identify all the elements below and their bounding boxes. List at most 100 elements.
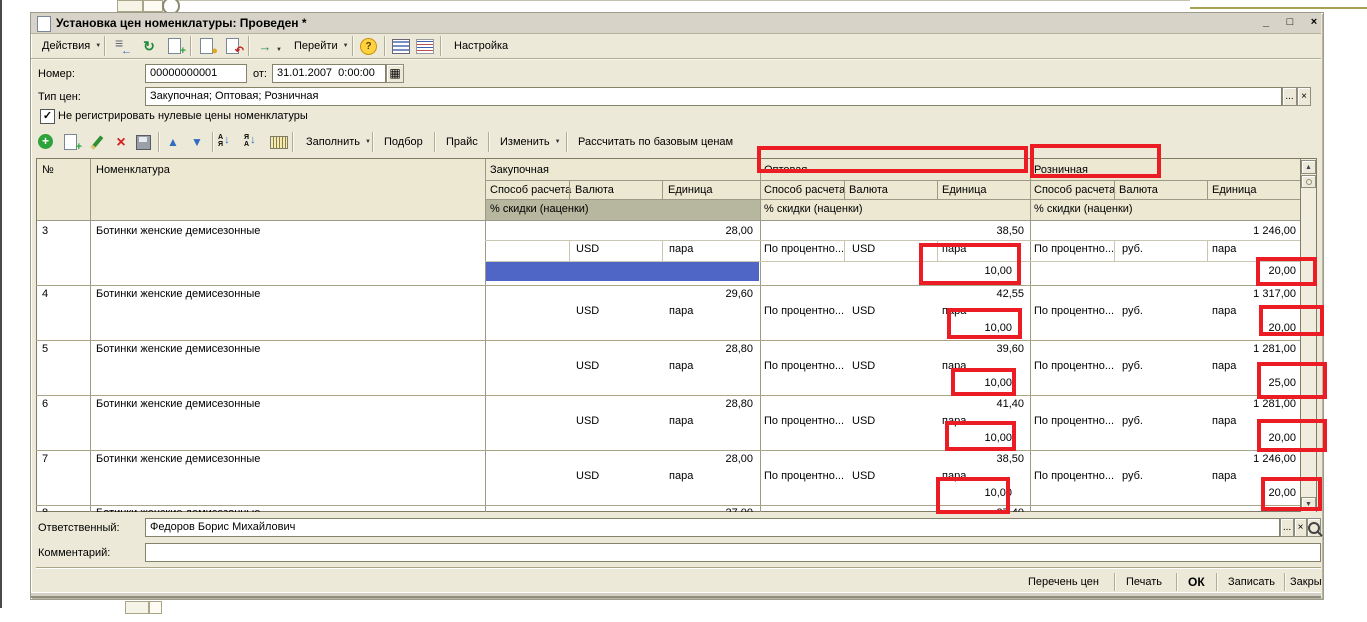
end-edit-icon[interactable] xyxy=(136,135,151,150)
retail-method-cell[interactable]: По процентно... xyxy=(1034,470,1114,483)
scroll-up-button[interactable]: ▲ xyxy=(1301,160,1316,174)
retail-unit-cell[interactable]: пара xyxy=(1212,360,1236,373)
sort-descending-icon[interactable]: ЯА ↓ xyxy=(244,134,256,148)
retail-currency-cell[interactable]: руб. xyxy=(1122,243,1143,256)
wholesale-method-cell[interactable]: По процентно... xyxy=(764,243,844,256)
price-list-button[interactable]: Прайс xyxy=(440,132,484,152)
calc-base-prices-button[interactable]: Рассчитать по базовым ценам xyxy=(572,132,739,152)
retail-currency-cell[interactable]: руб. xyxy=(1122,305,1143,318)
purchase-currency-cell[interactable]: USD xyxy=(576,243,599,256)
wholesale-method-cell[interactable]: По процентно... xyxy=(764,470,844,483)
responsible-field[interactable]: Федоров Борис Михайлович xyxy=(145,518,1280,537)
unpost-document-icon[interactable]: ↶ xyxy=(224,37,242,55)
wholesale-price-cell[interactable]: 39,60 xyxy=(760,343,1024,356)
wholesale-price-cell[interactable]: 38,50 xyxy=(760,225,1024,238)
comment-field[interactable] xyxy=(145,543,1321,562)
columns-icon[interactable] xyxy=(270,136,288,149)
retail-method-cell[interactable]: По процентно... xyxy=(1034,243,1114,256)
change-menu-button[interactable]: Изменить▼ xyxy=(494,132,567,152)
retail-unit-cell[interactable]: пара xyxy=(1212,470,1236,483)
retail-pct-cell[interactable]: 20,00 xyxy=(1030,322,1296,335)
purchase-unit-cell[interactable]: пара xyxy=(669,305,693,318)
post-document-icon[interactable]: ● xyxy=(198,37,216,55)
calendar-button[interactable]: ▦ xyxy=(386,64,404,83)
edit-row-icon[interactable] xyxy=(88,133,106,151)
date-field[interactable]: 31.01.2007 0:00:00 xyxy=(272,64,386,83)
retail-unit-cell[interactable]: пара xyxy=(1212,415,1236,428)
price-types-field[interactable]: Закупочная; Оптовая; Розничная xyxy=(145,87,1282,106)
wholesale-currency-cell[interactable]: USD xyxy=(852,470,875,483)
wholesale-currency-cell[interactable]: USD xyxy=(852,360,875,373)
print-button[interactable]: Печать xyxy=(1120,572,1168,592)
item-name-cell[interactable]: Ботинки женские демисезонные xyxy=(96,507,260,512)
purchase-currency-cell[interactable]: USD xyxy=(576,470,599,483)
purchase-currency-cell[interactable]: USD xyxy=(576,305,599,318)
maximize-button[interactable]: □ xyxy=(1282,14,1298,30)
retail-pct-cell[interactable]: 20,00 xyxy=(1030,487,1296,500)
responsible-open-button[interactable] xyxy=(1307,518,1321,537)
wholesale-price-cell[interactable]: 38,50 xyxy=(760,453,1024,466)
close-button[interactable]: × xyxy=(1306,14,1322,30)
wholesale-price-cell[interactable]: 42,55 xyxy=(760,288,1024,301)
purchase-price-cell[interactable]: 28,80 xyxy=(485,343,753,356)
retail-price-cell[interactable]: 1 281,00 xyxy=(1030,343,1296,356)
purchase-price-cell[interactable]: 28,00 xyxy=(485,225,753,238)
chevron-down-icon[interactable]: ▼ xyxy=(276,44,282,57)
actions-menu-button[interactable]: Действия▼ xyxy=(36,36,107,56)
responsible-clear-button[interactable]: × xyxy=(1294,518,1307,537)
partial-row[interactable]: 8 Ботинки женские демисезонные 27,00 37,… xyxy=(36,506,1300,512)
list-settings-icon[interactable] xyxy=(392,39,410,54)
move-up-icon[interactable]: ▲ xyxy=(164,133,182,151)
close-form-button[interactable]: Закрыть xyxy=(1290,572,1322,592)
copy-new-icon[interactable]: + xyxy=(166,37,184,55)
copy-row-icon[interactable]: + xyxy=(62,133,80,151)
purchase-unit-cell[interactable]: пара xyxy=(669,415,693,428)
delete-row-icon[interactable]: × xyxy=(112,133,130,151)
wholesale-method-cell[interactable]: По процентно... xyxy=(764,305,844,318)
goto-menu-button[interactable]: Перейти▼ xyxy=(288,36,355,56)
retail-price-cell[interactable]: 1 317,00 xyxy=(1030,288,1296,301)
minimize-button[interactable]: _ xyxy=(1258,14,1274,30)
wholesale-currency-cell[interactable]: USD xyxy=(852,415,875,428)
selected-cell[interactable] xyxy=(486,262,759,281)
retail-currency-cell[interactable]: руб. xyxy=(1122,360,1143,373)
retail-price-cell[interactable]: 1 246,00 xyxy=(1030,225,1296,238)
retail-unit-cell[interactable]: пара xyxy=(1212,243,1236,256)
save-button[interactable]: Записать xyxy=(1222,572,1281,592)
go-to-icon[interactable]: → xyxy=(256,37,274,55)
price-types-select-button[interactable]: ... xyxy=(1282,87,1297,106)
retail-currency-cell[interactable]: руб. xyxy=(1122,470,1143,483)
wholesale-method-cell[interactable]: По процентно... xyxy=(764,415,844,428)
retail-price-cell[interactable]: 1 246,00 xyxy=(1030,453,1296,466)
add-row-icon[interactable]: + xyxy=(38,134,53,149)
scrollbar-thumb[interactable] xyxy=(1301,175,1316,188)
purchase-price-cell[interactable]: 27,00 xyxy=(485,507,753,512)
purchase-price-cell[interactable]: 28,00 xyxy=(485,453,753,466)
wholesale-price-cell[interactable]: 41,40 xyxy=(760,398,1024,411)
purchase-price-cell[interactable]: 28,80 xyxy=(485,398,753,411)
wholesale-currency-cell[interactable]: USD xyxy=(852,243,875,256)
skip-zero-prices-checkbox[interactable]: ✓ xyxy=(40,109,55,124)
purchase-currency-cell[interactable]: USD xyxy=(576,415,599,428)
responsible-select-button[interactable]: ... xyxy=(1280,518,1294,537)
retail-method-cell[interactable]: По процентно... xyxy=(1034,360,1114,373)
purchase-unit-cell[interactable]: пара xyxy=(669,470,693,483)
refresh-icon[interactable]: ↻ xyxy=(140,37,158,55)
price-list-report-button[interactable]: Перечень цен xyxy=(1022,572,1105,592)
retail-method-cell[interactable]: По процентно... xyxy=(1034,415,1114,428)
wholesale-currency-cell[interactable]: USD xyxy=(852,305,875,318)
item-name-cell[interactable]: Ботинки женские демисезонные xyxy=(96,453,260,466)
purchase-unit-cell[interactable]: пара xyxy=(669,360,693,373)
retail-price-cell[interactable]: 1 281,00 xyxy=(1030,398,1296,411)
retail-unit-cell[interactable]: пара xyxy=(1212,305,1236,318)
number-field[interactable]: 00000000001 xyxy=(145,64,247,83)
fill-menu-button[interactable]: Заполнить▼ xyxy=(300,132,377,152)
purchase-price-cell[interactable]: 29,60 xyxy=(485,288,753,301)
price-types-clear-button[interactable]: × xyxy=(1297,87,1311,106)
ok-button[interactable]: ОК xyxy=(1182,572,1211,592)
help-icon[interactable]: ? xyxy=(360,38,377,55)
retail-currency-cell[interactable]: руб. xyxy=(1122,415,1143,428)
pick-button[interactable]: Подбор xyxy=(378,132,429,152)
item-name-cell[interactable]: Ботинки женские демисезонные xyxy=(96,225,260,238)
settings-button[interactable]: Настройка xyxy=(448,36,514,56)
